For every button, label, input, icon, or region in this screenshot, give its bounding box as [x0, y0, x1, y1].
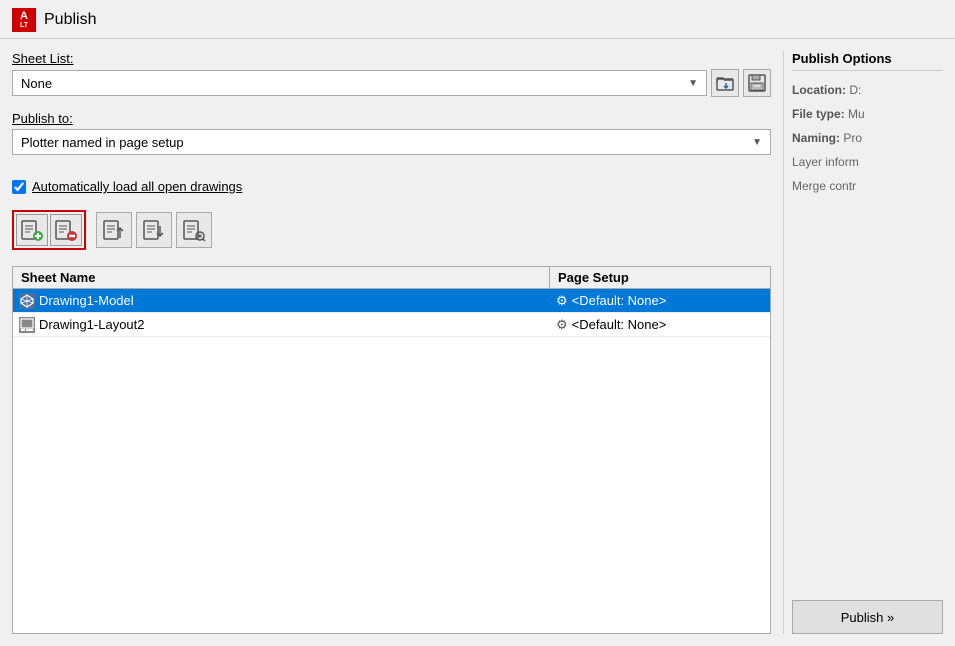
file-type-label: File type:: [792, 107, 845, 121]
add-sheet-button[interactable]: [16, 214, 48, 246]
sheet-name-cell: Drawing1-Layout2: [13, 315, 550, 335]
sheet-table-header: Sheet Name Page Setup: [13, 267, 770, 289]
move-up-icon: [102, 218, 126, 242]
naming-option: Naming: Pro: [792, 131, 943, 145]
layer-label: Layer inform: [792, 155, 859, 169]
remove-sheet-icon: [54, 218, 78, 242]
page-setup-value: <Default: None>: [572, 293, 667, 308]
dialog-title: Publish: [44, 11, 96, 29]
dialog-body: Sheet List: None ▼: [0, 39, 955, 646]
save-sheet-list-button[interactable]: [743, 69, 771, 97]
layout-icon: [19, 317, 35, 333]
autocad-icon: A LT: [12, 8, 36, 32]
publish-to-select[interactable]: Plotter named in page setup ▼: [12, 129, 771, 155]
auto-load-checkbox[interactable]: [12, 180, 26, 194]
add-sheet-icon: [20, 218, 44, 242]
file-type-option: File type: Mu: [792, 107, 943, 121]
auto-load-label: Automatically load all open drawings: [32, 179, 242, 194]
sheet-row[interactable]: Drawing1-Model ⚙ <Default: None>: [13, 289, 770, 313]
sheet-name: Drawing1-Layout2: [39, 317, 145, 332]
file-type-value: Mu: [848, 107, 865, 121]
publish-to-value: Plotter named in page setup: [21, 135, 184, 150]
naming-label: Naming:: [792, 131, 840, 145]
location-label: Location:: [792, 83, 846, 97]
page-setup-value: <Default: None>: [572, 317, 667, 332]
remove-sheet-button[interactable]: [50, 214, 82, 246]
location-option: Location: D:: [792, 83, 943, 97]
auto-load-row: Automatically load all open drawings: [12, 179, 771, 194]
sheet-name-header: Sheet Name: [13, 267, 550, 288]
publish-options-title: Publish Options: [792, 51, 943, 71]
merge-option: Merge contr: [792, 179, 943, 193]
move-sheet-up-button[interactable]: [96, 212, 132, 248]
save-icon: [747, 73, 767, 93]
sheet-name: Drawing1-Model: [39, 293, 134, 308]
sheet-table: Sheet Name Page Setup: [12, 266, 771, 634]
naming-value: Pro: [843, 131, 862, 145]
page-setup-header: Page Setup: [550, 267, 770, 288]
folder-arrow-icon: [715, 73, 735, 93]
page-setup-icon: ⚙: [556, 293, 568, 309]
model-icon: [19, 293, 35, 309]
sheet-list-select[interactable]: None ▼: [12, 70, 707, 96]
layer-option: Layer inform: [792, 155, 943, 169]
preview-icon: [182, 218, 206, 242]
title-bar: A LT Publish: [0, 0, 955, 39]
page-setup-icon: ⚙: [556, 317, 568, 333]
sheet-list-arrow: ▼: [688, 78, 698, 89]
sheet-list-row: None ▼: [12, 69, 771, 97]
right-panel: Publish Options Location: D: File type: …: [783, 51, 943, 634]
publish-to-row: Plotter named in page setup ▼: [12, 129, 771, 155]
sheet-list-value: None: [21, 76, 52, 91]
move-down-icon: [142, 218, 166, 242]
highlighted-buttons-group: [12, 210, 86, 250]
sheet-list-section: Sheet List: None ▼: [12, 51, 771, 103]
location-value: D:: [849, 83, 861, 97]
publish-to-section: Publish to: Plotter named in page setup …: [12, 111, 771, 161]
publish-dialog: A LT Publish Sheet List: None ▼: [0, 0, 955, 646]
sheet-row[interactable]: Drawing1-Layout2 ⚙ <Default: None>: [13, 313, 770, 337]
page-setup-cell: ⚙ <Default: None>: [550, 291, 770, 311]
publish-to-label: Publish to:: [12, 111, 771, 126]
merge-label: Merge contr: [792, 179, 856, 193]
page-setup-cell: ⚙ <Default: None>: [550, 315, 770, 335]
publish-to-arrow: ▼: [752, 137, 762, 148]
left-panel: Sheet List: None ▼: [12, 51, 771, 634]
preview-button[interactable]: [176, 212, 212, 248]
move-sheet-down-button[interactable]: [136, 212, 172, 248]
sheet-toolbar: [12, 210, 771, 250]
load-sheet-list-button[interactable]: [711, 69, 739, 97]
publish-button[interactable]: Publish »: [792, 600, 943, 634]
sheet-name-cell: Drawing1-Model: [13, 291, 550, 311]
sheet-list-label: Sheet List:: [12, 51, 771, 66]
